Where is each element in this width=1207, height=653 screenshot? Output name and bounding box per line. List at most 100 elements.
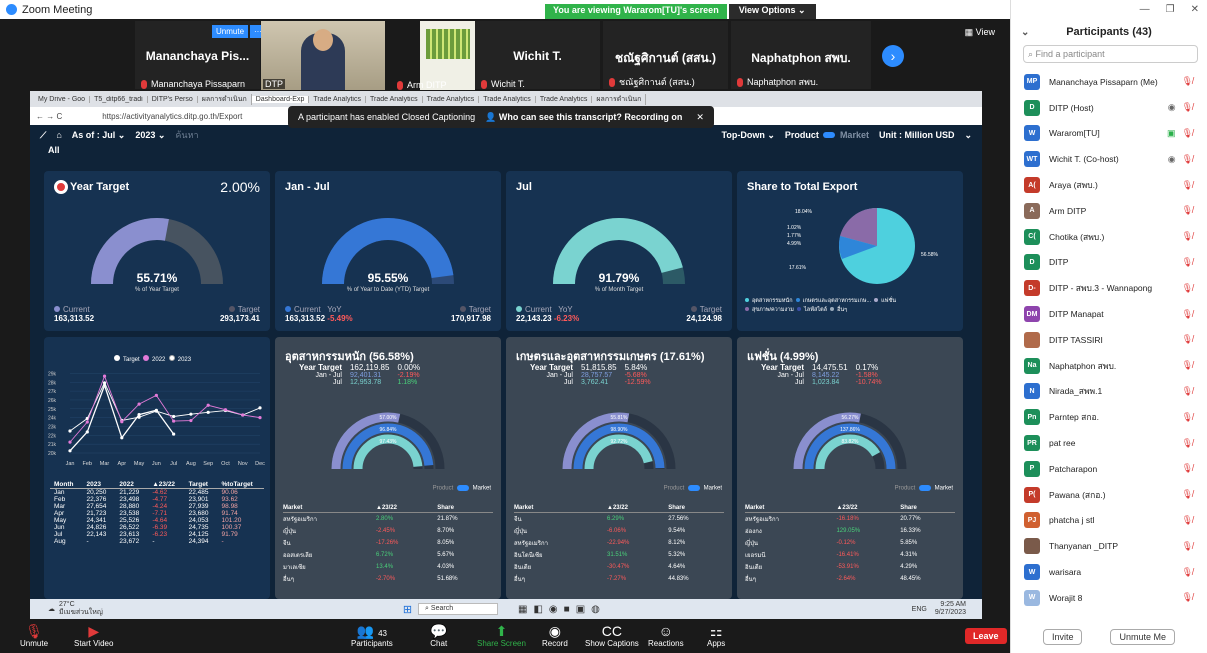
participant-row[interactable]: Wwarisara 🎙︎̸: [1011, 559, 1207, 585]
table-row: อื่นๆ -2.64% 48.45%: [745, 576, 921, 583]
view-button[interactable]: ▦ View: [965, 27, 995, 38]
product-market-toggle[interactable]: Product Market: [433, 485, 491, 492]
participant-row[interactable]: A Arm DITP 🎙︎̸: [1011, 198, 1207, 224]
participant-row[interactable]: P Patcharapon 🎙︎̸: [1011, 456, 1207, 482]
minimize-icon[interactable]: —: [1140, 4, 1150, 15]
clock[interactable]: 9:25 AM 9/27/2023: [935, 601, 966, 617]
avatar: W: [1024, 589, 1040, 606]
lang-indicator[interactable]: ENG: [912, 606, 927, 613]
leave-button[interactable]: Leave: [965, 628, 1007, 644]
product-market-toggle[interactable]: Product Market: [664, 485, 722, 492]
participant-search-input[interactable]: ⌕ Find a participant: [1023, 45, 1198, 63]
browser-tab[interactable]: T5_ditp66_tradi: [90, 95, 148, 103]
participant-row[interactable]: MP Mananchaya Pissaparn (Me) 🎙︎̸: [1011, 69, 1207, 95]
mic-muted-icon: 🎙︎̸: [1181, 489, 1193, 500]
participant-row[interactable]: DITP TASSIRI 🎙︎̸: [1011, 327, 1207, 353]
participant-row[interactable]: D- DITP - สพบ.3 - Wannapong 🎙︎̸: [1011, 275, 1207, 301]
reactions-button[interactable]: ☺ Reactions: [648, 623, 684, 648]
participant-row[interactable]: DM DITP Manapat 🎙︎̸: [1011, 301, 1207, 327]
video-tile[interactable]: Naphatphon สพบ. Naphatphon สพบ.: [731, 21, 871, 89]
unmute-me-button[interactable]: Unmute Me: [1110, 629, 1176, 645]
record-button[interactable]: ◉ Record: [542, 623, 568, 648]
browser-tab[interactable]: Dashboard-Exp: [251, 95, 310, 103]
data-point-2022: [154, 393, 158, 397]
unmute-button[interactable]: 🎙︎ Unmute: [20, 623, 48, 648]
windows-start-icon[interactable]: ⊞: [403, 603, 412, 616]
y-tick-label: 27k: [48, 389, 57, 395]
share-screen-button[interactable]: ⬆ Share Screen: [477, 623, 526, 648]
year-target-card: Year Target 2.00% 55.71% % of Year Targe…: [44, 171, 270, 331]
browser-tab[interactable]: Trade Analytics: [536, 95, 593, 103]
product-market-toggle[interactable]: Product Market: [895, 485, 953, 492]
video-tile[interactable]: ชณัฐศิกานต์ (สสน.) ชณัฐศิกานต์ (สสน.): [603, 21, 728, 89]
y-tick-label: 29k: [48, 371, 57, 377]
mic-muted-icon: 🎙︎̸: [1181, 385, 1193, 396]
next-page-arrow-icon[interactable]: ›: [882, 45, 904, 67]
close-icon[interactable]: ✕: [696, 112, 704, 123]
recording-info-link[interactable]: 👤 Who can see this transcript? Recording…: [485, 112, 682, 123]
captions-button[interactable]: CC Show Captions: [585, 623, 639, 648]
browser-tab[interactable]: ผลการดำเนินก: [198, 93, 252, 105]
unmute-popup[interactable]: Unmute ···: [212, 25, 268, 38]
participant-row[interactable]: A(Araya (สพบ.) 🎙︎̸: [1011, 172, 1207, 198]
topdown-select[interactable]: Top-Down ⌄: [722, 130, 775, 141]
x-tick-label: Nov: [238, 461, 248, 467]
participants-button[interactable]: 👥 43 Participants: [351, 623, 393, 648]
avatar: C(: [1024, 228, 1040, 245]
browser-tab[interactable]: DITP's Perso: [148, 95, 198, 103]
browser-tab[interactable]: Trade Analytics: [423, 95, 480, 103]
restore-icon[interactable]: ❐: [1166, 4, 1175, 15]
chevron-down-icon[interactable]: ⌄: [1021, 27, 1029, 38]
data-point-2023: [154, 408, 158, 412]
mic-muted-icon: 🎙︎̸: [1181, 102, 1193, 113]
invite-button[interactable]: Invite: [1042, 629, 1083, 645]
close-icon[interactable]: ✕: [1191, 4, 1199, 15]
browser-tab[interactable]: ผลการดำเนินก: [592, 93, 647, 105]
participant-row[interactable]: P(Pawana (สกอ.) 🎙︎̸: [1011, 482, 1207, 508]
mic-muted-icon: 🎙︎̸: [1181, 463, 1193, 474]
participant-row[interactable]: WT Wichit T. (Co-host) ◉ 🎙︎̸: [1011, 146, 1207, 172]
sector-card: เกษตรและอุตสาหกรรมเกษตร (17.61%) Year Tar…: [506, 337, 732, 599]
as-of-select[interactable]: As of : Jul ⌄: [72, 130, 126, 141]
browser-tab[interactable]: Trade Analytics: [366, 95, 423, 103]
table-row: จีน 6.29% 27.56%: [514, 516, 689, 523]
video-tile[interactable]: Wichit T. Wichit T.: [475, 21, 600, 89]
participant-row[interactable]: D DITP 🎙︎̸: [1011, 250, 1207, 276]
data-point-2022: [258, 416, 262, 420]
participant-row[interactable]: W Worajit 8 🎙︎̸: [1011, 585, 1207, 611]
mic-muted-icon: 🎙︎̸: [1181, 282, 1193, 293]
url-text[interactable]: https://activityanalytics.ditp.go.th/Exp…: [102, 112, 242, 121]
chevron-down-icon[interactable]: ⌄: [964, 130, 972, 141]
toggle-switch[interactable]: [823, 132, 836, 139]
browser-tab[interactable]: Trade Analytics: [479, 95, 536, 103]
back-forward-icon[interactable]: ← → C: [36, 112, 62, 121]
data-point-target: [68, 429, 72, 433]
participant-row[interactable]: Thanyanan _DITP 🎙︎̸: [1011, 533, 1207, 559]
participant-row[interactable]: C(Chotika (สพบ.) 🎙︎̸: [1011, 224, 1207, 250]
participant-row[interactable]: D DITP (Host) ◉ 🎙︎̸: [1011, 95, 1207, 121]
search-field[interactable]: ค้นหา: [175, 128, 645, 142]
participant-row[interactable]: N Nirada_สพพ.1 🎙︎̸: [1011, 379, 1207, 405]
participant-row[interactable]: PJ phatcha j stl 🎙︎̸: [1011, 508, 1207, 534]
mic-muted-icon: 🎙︎̸: [1181, 153, 1193, 164]
start-video-button[interactable]: ▶ Start Video: [74, 623, 113, 648]
year-select[interactable]: 2023 ⌄: [135, 130, 165, 141]
home-icon[interactable]: ⌂: [56, 130, 61, 140]
participant-row[interactable]: Pn Parntep สกอ. 🎙︎̸: [1011, 404, 1207, 430]
taskbar-search[interactable]: ⌕ Search: [418, 603, 499, 615]
apps-button[interactable]: ⚏ Apps: [707, 623, 725, 648]
taskbar-apps[interactable]: ▦◧◉■▣◍: [518, 604, 606, 615]
speaker-video-tile[interactable]: DTP: [261, 21, 385, 90]
participant-row[interactable]: PR pat ree 🎙︎̸: [1011, 430, 1207, 456]
participant-row[interactable]: Na Naphatphon สพบ. 🎙︎̸: [1011, 353, 1207, 379]
participant-row[interactable]: W Wararom[TU] ▣ 🎙︎̸: [1011, 121, 1207, 147]
card-title: Share to Total Export: [747, 181, 858, 193]
product-market-toggle[interactable]: Product Market: [785, 130, 869, 141]
view-options-button[interactable]: View Options ⌄: [728, 4, 816, 19]
mic-muted-icon: 🎙︎̸: [1181, 360, 1193, 371]
browser-tab[interactable]: My Drive - Goo: [34, 95, 91, 103]
chat-button[interactable]: 💬 Chat: [430, 623, 447, 648]
browser-tab[interactable]: Trade Analytics: [309, 95, 366, 103]
avatar: MP: [1024, 73, 1040, 90]
share-icon: ⬆: [495, 623, 508, 639]
